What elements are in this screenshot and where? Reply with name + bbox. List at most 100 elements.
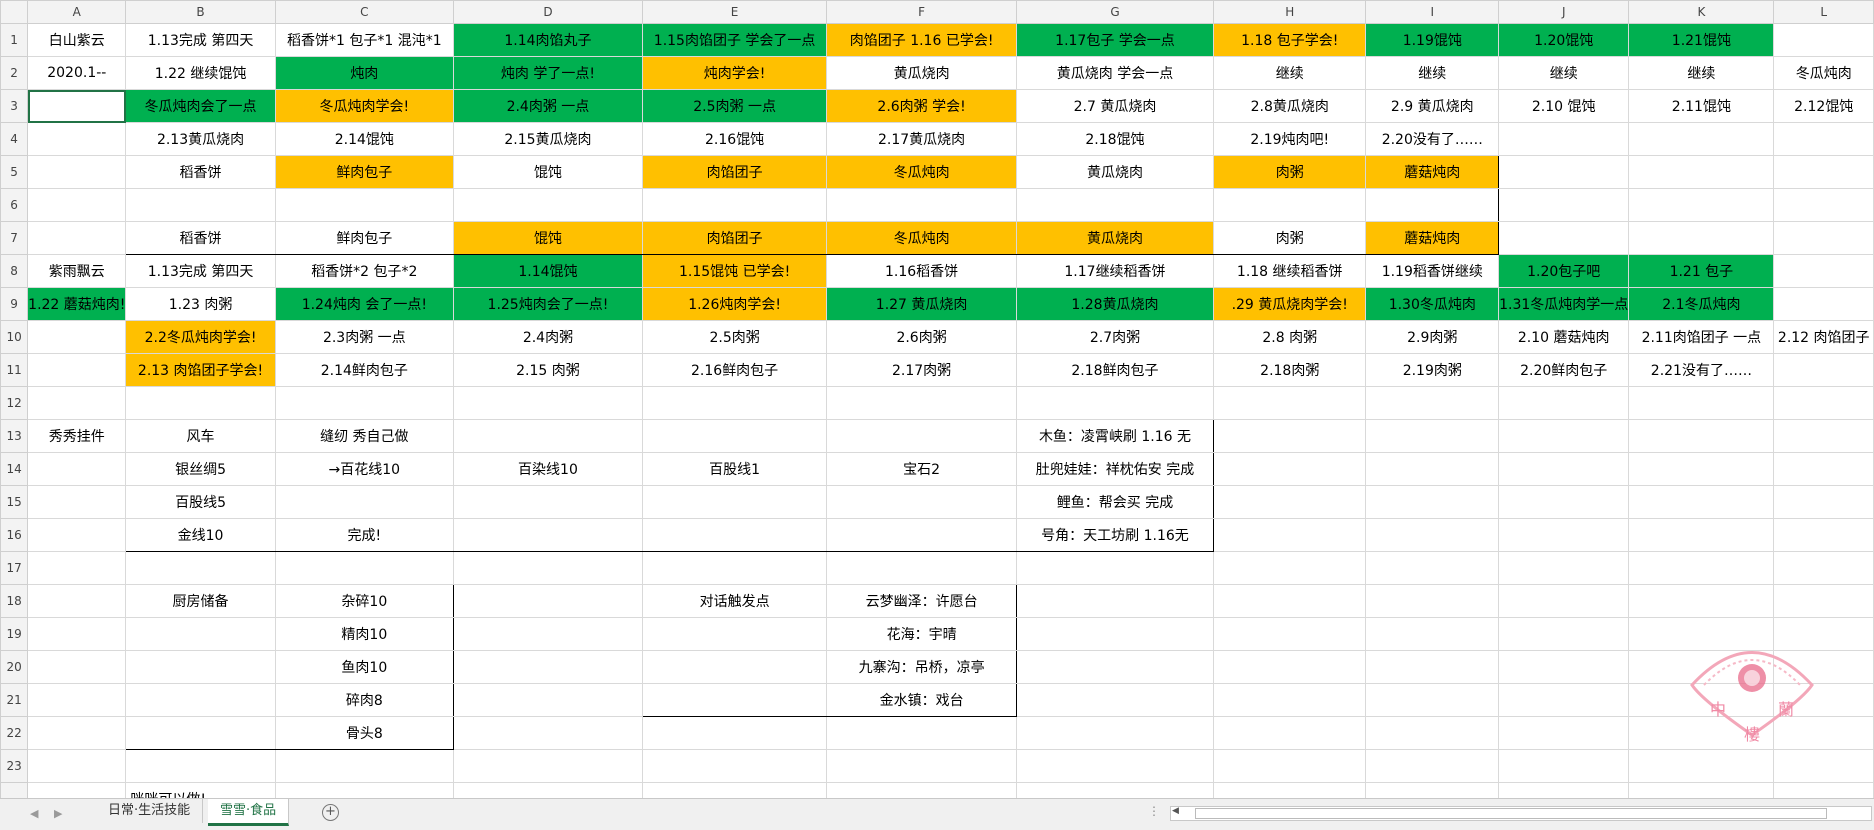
cell-c13[interactable]: 缝纫 秀自己做 (274, 419, 454, 453)
cell-i11[interactable]: 2.19肉粥 (1365, 353, 1500, 387)
cell-b14[interactable]: 银丝绸5 (125, 452, 276, 486)
cell-j22[interactable] (1498, 716, 1630, 750)
cell-i21[interactable] (1365, 683, 1500, 717)
cell-f8[interactable]: 1.16稻香饼 (826, 254, 1017, 288)
cell-h3[interactable]: 2.8黄瓜烧肉 (1213, 89, 1367, 123)
column-header-a[interactable]: A (27, 0, 127, 24)
row-header[interactable]: 8 (0, 254, 29, 288)
cell-d15[interactable] (452, 485, 643, 519)
cell-d20[interactable] (452, 650, 643, 684)
cell-c22[interactable]: 骨头8 (274, 716, 454, 750)
cell-h16[interactable] (1213, 518, 1367, 552)
cell-g8[interactable]: 1.17继续稻香饼 (1015, 254, 1215, 288)
cell-h2[interactable]: 继续 (1213, 56, 1367, 90)
cell-b16[interactable]: 金线10 (125, 518, 276, 552)
row-header[interactable] (0, 782, 29, 798)
cell-b5[interactable]: 稻香饼 (125, 155, 276, 189)
cell-k13[interactable] (1628, 419, 1775, 453)
cell-j8[interactable]: 1.20包子吧 (1498, 254, 1630, 288)
cell-d14[interactable]: 百染线10 (452, 452, 643, 486)
cell-a13[interactable]: 秀秀挂件 (27, 419, 127, 453)
cell-j4[interactable] (1498, 122, 1630, 156)
row-header[interactable]: 10 (0, 320, 29, 354)
cell-c6[interactable] (274, 188, 454, 222)
cell-g20[interactable] (1015, 650, 1215, 684)
cell-j14[interactable] (1498, 452, 1630, 486)
cell-l3[interactable]: 2.12馄饨 (1773, 89, 1874, 123)
cell-f4[interactable]: 2.17黄瓜烧肉 (826, 122, 1017, 156)
cell-g1[interactable]: 1.17包子 学会一点 (1015, 23, 1215, 57)
cell-j18[interactable] (1498, 584, 1630, 618)
cell-c23[interactable] (274, 749, 454, 783)
cell-g18[interactable] (1015, 584, 1215, 618)
column-header-k[interactable]: K (1628, 0, 1775, 24)
cell-l4[interactable] (1773, 122, 1874, 156)
cell-e23[interactable] (641, 749, 828, 783)
cell-e14[interactable]: 百股线1 (641, 452, 828, 486)
cell-j1[interactable]: 1.20馄饨 (1498, 23, 1630, 57)
cell-g6[interactable] (1015, 188, 1215, 222)
row-header[interactable]: 1 (0, 23, 29, 57)
cell-i17[interactable] (1365, 551, 1500, 585)
cell-h20[interactable] (1213, 650, 1367, 684)
cell-c21[interactable]: 碎肉8 (274, 683, 454, 717)
cell-l14[interactable] (1773, 452, 1874, 486)
cell-j23[interactable] (1498, 749, 1630, 783)
cell-i12[interactable] (1365, 386, 1500, 420)
row-header[interactable]: 6 (0, 188, 29, 222)
cell-l17[interactable] (1773, 551, 1874, 585)
cell-a5[interactable] (27, 155, 127, 189)
cell-k12[interactable] (1628, 386, 1775, 420)
cell-i18[interactable] (1365, 584, 1500, 618)
cell-c18[interactable]: 杂碎10 (274, 584, 454, 618)
column-header-h[interactable]: H (1213, 0, 1367, 24)
sheet-tab-2[interactable]: 雪雪·食品 (208, 799, 290, 826)
cell-i4[interactable]: 2.20没有了…… (1365, 122, 1500, 156)
cell-j12[interactable] (1498, 386, 1630, 420)
cell-c19[interactable]: 精肉10 (274, 617, 454, 651)
cell-l8[interactable] (1773, 254, 1874, 288)
cell-k14[interactable] (1628, 452, 1775, 486)
scroll-left-arrow-icon[interactable]: ◀ (1172, 806, 1179, 816)
cell-a15[interactable] (27, 485, 127, 519)
cell-k1[interactable]: 1.21馄饨 (1628, 23, 1775, 57)
cell-f6[interactable] (826, 188, 1017, 222)
cell-h7[interactable]: 肉粥 (1213, 221, 1367, 255)
row-header[interactable]: 19 (0, 617, 29, 651)
cell-h5[interactable]: 肉粥 (1213, 155, 1367, 189)
cell-j19[interactable] (1498, 617, 1630, 651)
cell-i16[interactable] (1365, 518, 1500, 552)
cell-c12[interactable] (274, 386, 454, 420)
cell-f19[interactable]: 花海：宇晴 (826, 617, 1017, 651)
cell-i2[interactable]: 继续 (1365, 56, 1500, 90)
cell-h17[interactable] (1213, 551, 1367, 585)
column-header-j[interactable]: J (1498, 0, 1630, 24)
cell-f13[interactable] (826, 419, 1017, 453)
cell-a23[interactable] (27, 749, 127, 783)
cell-j6[interactable] (1498, 188, 1630, 222)
cell-j11[interactable]: 2.20鲜肉包子 (1498, 353, 1630, 387)
cell-klast[interactable] (1628, 782, 1775, 798)
cell-i13[interactable] (1365, 419, 1500, 453)
cell-jlast[interactable] (1498, 782, 1630, 798)
row-header[interactable]: 7 (0, 221, 29, 255)
cell-d9[interactable]: 1.25炖肉会了一点! (452, 287, 643, 321)
cell-i7[interactable]: 蘑菇炖肉 (1365, 221, 1500, 255)
cell-f18[interactable]: 云梦幽泽：许愿台 (826, 584, 1017, 618)
cell-e7[interactable]: 肉馅团子 (641, 221, 828, 255)
cell-b13[interactable]: 风车 (125, 419, 276, 453)
cell-l18[interactable] (1773, 584, 1874, 618)
row-header[interactable]: 5 (0, 155, 29, 189)
cell-f3[interactable]: 2.6肉粥 学会! (826, 89, 1017, 123)
cell-l12[interactable] (1773, 386, 1874, 420)
cell-c9[interactable]: 1.24炖肉 会了一点! (274, 287, 454, 321)
cell-c8[interactable]: 稻香饼*2 包子*2 (274, 254, 454, 288)
cell-f7[interactable]: 冬瓜炖肉 (826, 221, 1017, 255)
cell-a17[interactable] (27, 551, 127, 585)
cell-d19[interactable] (452, 617, 643, 651)
cell-a12[interactable] (27, 386, 127, 420)
cell-b4[interactable]: 2.13黄瓜烧肉 (125, 122, 276, 156)
cell-a21[interactable] (27, 683, 127, 717)
cell-f2[interactable]: 黄瓜烧肉 (826, 56, 1017, 90)
cell-clast[interactable] (274, 782, 454, 798)
